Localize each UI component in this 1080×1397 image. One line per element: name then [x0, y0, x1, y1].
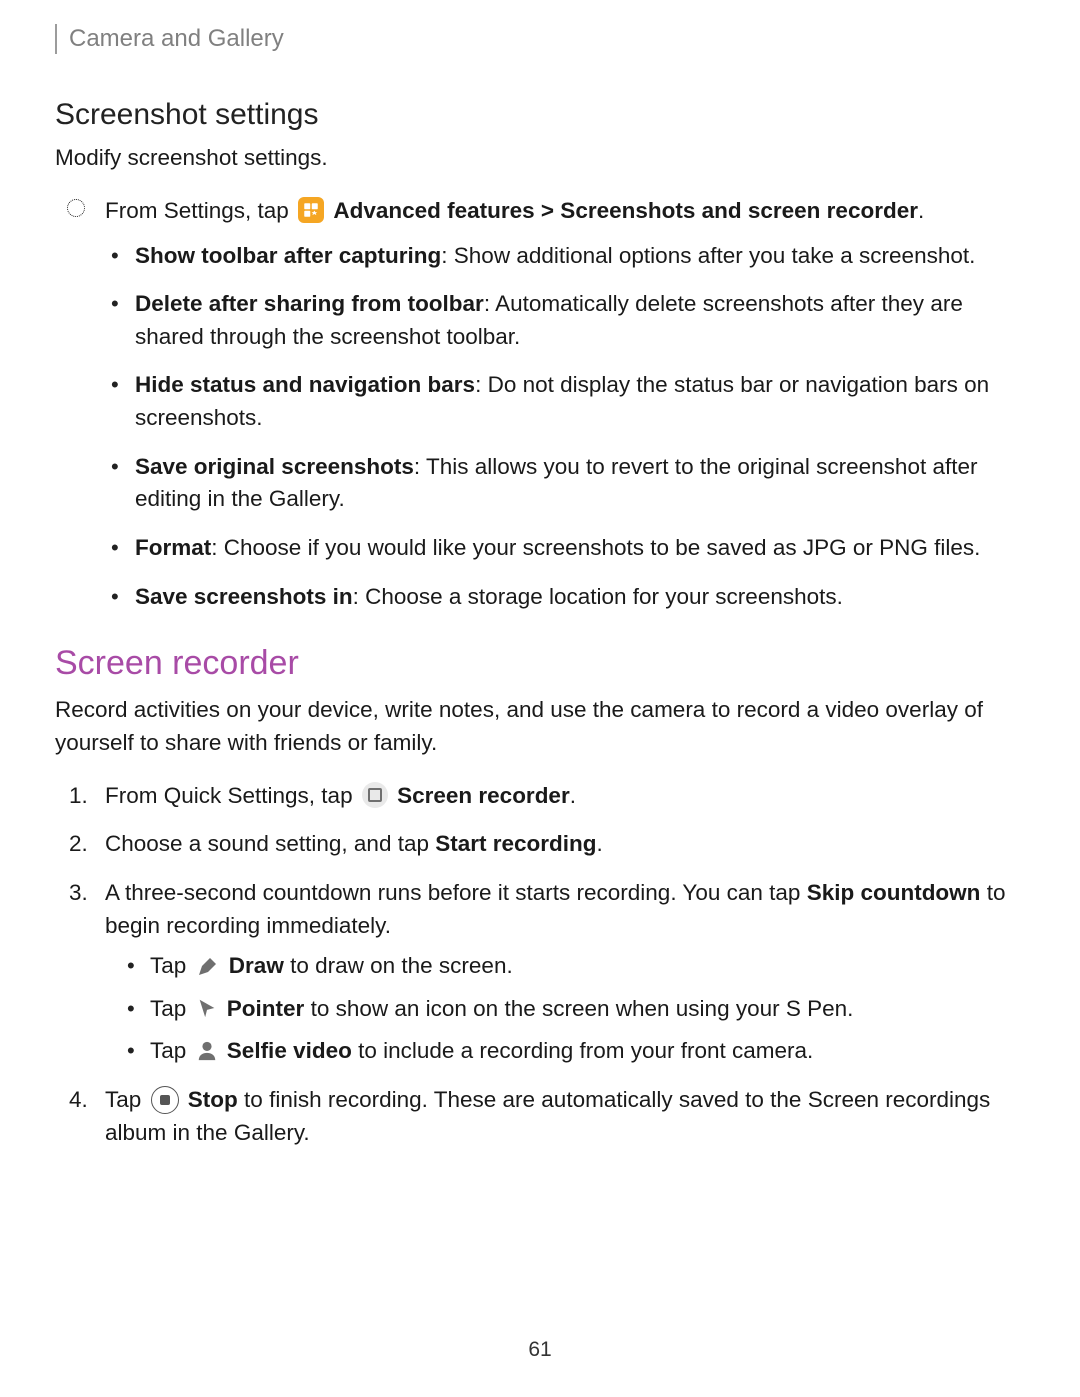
manual-page: Camera and Gallery Screenshot settings M… — [0, 0, 1080, 1397]
option-label: Show toolbar after capturing — [135, 243, 441, 268]
option-format: Format: Choose if you would like your sc… — [105, 532, 1025, 565]
option-label: Save original screenshots — [135, 454, 414, 479]
nav-suffix: . — [918, 198, 924, 223]
option-label: Hide status and navigation bars — [135, 372, 475, 397]
dotted-circle-bullet — [67, 199, 85, 217]
option-hide-bars: Hide status and navigation bars: Do not … — [105, 369, 1025, 434]
cursor-icon — [196, 997, 218, 1019]
breadcrumb-divider — [55, 24, 57, 54]
label: Selfie video — [227, 1038, 352, 1063]
substep-pointer: Tap Pointer to show an icon on the scree… — [105, 993, 1025, 1026]
substep-draw: Tap Draw to draw on the screen. — [105, 950, 1025, 983]
page-number: 61 — [528, 1335, 551, 1365]
pre: Tap — [105, 1087, 148, 1112]
option-desc: : Choose if you would like your screensh… — [211, 535, 980, 560]
post: to show an icon on the screen when using… — [304, 996, 853, 1021]
stop-icon — [151, 1086, 179, 1114]
step-number: 3. — [69, 877, 88, 910]
step-3: 3. A three-second countdown runs before … — [55, 877, 1025, 1068]
step-number: 2. — [69, 828, 88, 861]
label: Stop — [188, 1087, 238, 1112]
option-desc: : Choose a storage location for your scr… — [353, 584, 843, 609]
post: to include a recording from your front c… — [352, 1038, 813, 1063]
option-delete-after-sharing: Delete after sharing from toolbar: Autom… — [105, 288, 1025, 353]
screen-recorder-icon — [362, 782, 388, 808]
option-label: Delete after sharing from toolbar — [135, 291, 484, 316]
screenshot-settings-intro: Modify screenshot settings. — [55, 142, 1025, 175]
step-number: 4. — [69, 1084, 88, 1117]
option-label: Save screenshots in — [135, 584, 353, 609]
step-suffix: . — [570, 783, 576, 808]
skip-countdown: Skip countdown — [807, 880, 981, 905]
option-desc: : Show additional options after you take… — [441, 243, 975, 268]
pre: Tap — [150, 996, 193, 1021]
option-save-original: Save original screenshots: This allows y… — [105, 451, 1025, 516]
step-bold: Start recording — [435, 831, 596, 856]
substep-selfie: Tap Selfie video to include a recording … — [105, 1035, 1025, 1068]
screen-recorder-intro: Record activities on your device, write … — [55, 694, 1025, 759]
breadcrumb: Camera and Gallery — [55, 22, 1025, 57]
step-number: 1. — [69, 780, 88, 813]
nav-prefix: From Settings, tap — [105, 198, 295, 223]
step-text-a: A three-second countdown runs before it … — [105, 880, 807, 905]
step-4: 4. Tap Stop to finish recording. These a… — [55, 1084, 1025, 1149]
option-show-toolbar: Show toolbar after capturing: Show addit… — [105, 240, 1025, 273]
person-icon — [196, 1039, 218, 1063]
label: Draw — [229, 953, 284, 978]
post: to draw on the screen. — [284, 953, 513, 978]
screen-recorder-heading: Screen recorder — [55, 639, 1025, 688]
pencil-icon — [196, 954, 220, 978]
label: Pointer — [227, 996, 305, 1021]
step-bold: Screen recorder — [397, 783, 570, 808]
screenshot-settings-heading: Screenshot settings — [55, 93, 1025, 137]
breadcrumb-text: Camera and Gallery — [69, 22, 284, 57]
advanced-features-icon — [298, 197, 324, 223]
step-suffix: . — [597, 831, 603, 856]
settings-nav-item: From Settings, tap Advanced features > S… — [55, 195, 1025, 613]
nav-path: Advanced features > Screenshots and scre… — [333, 198, 918, 223]
step-2: 2. Choose a sound setting, and tap Start… — [55, 828, 1025, 861]
step-text: From Quick Settings, tap — [105, 783, 359, 808]
step-1: 1. From Quick Settings, tap Screen recor… — [55, 780, 1025, 813]
post: to finish recording. These are automatic… — [105, 1087, 990, 1145]
option-label: Format — [135, 535, 211, 560]
step-text: Choose a sound setting, and tap — [105, 831, 435, 856]
pre: Tap — [150, 953, 193, 978]
option-save-location: Save screenshots in: Choose a storage lo… — [105, 581, 1025, 614]
pre: Tap — [150, 1038, 193, 1063]
